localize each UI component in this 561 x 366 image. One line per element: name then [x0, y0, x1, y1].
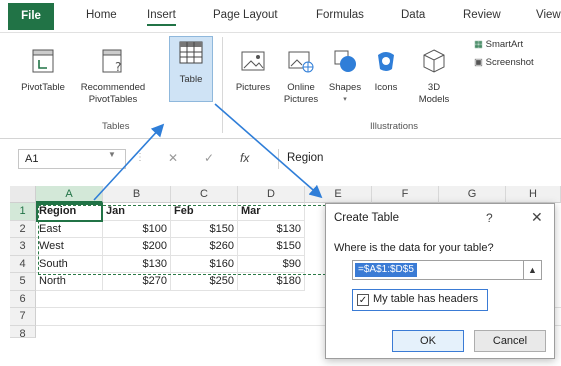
- 3d-models-label: 3D Models: [418, 82, 450, 105]
- 3d-models-button[interactable]: 3D Models: [412, 47, 456, 106]
- shapes-button[interactable]: Shapes ▾: [326, 47, 364, 106]
- select-all-corner[interactable]: [10, 186, 36, 203]
- formula-bar: A1 ▼ ⋮ ✕ ✓ fx Region: [0, 146, 561, 172]
- pivottable-icon: [32, 49, 54, 73]
- column-header-h[interactable]: H: [506, 186, 561, 203]
- formula-input[interactable]: Region: [278, 149, 561, 169]
- shapes-label: Shapes: [328, 82, 362, 93]
- selection-marquee: [38, 205, 341, 275]
- icons-icon: [378, 52, 394, 71]
- smartart-label: SmartArt: [485, 39, 524, 50]
- formula-bar-grip-icon: ⋮: [135, 152, 145, 163]
- ribbon-separator: [222, 37, 223, 133]
- table-button[interactable]: Table: [172, 39, 210, 86]
- row-header-3[interactable]: 3: [10, 238, 36, 256]
- column-header-c[interactable]: C: [171, 186, 238, 203]
- online-pictures-label: Online Pictures: [283, 82, 319, 105]
- icons-button[interactable]: Icons: [369, 47, 403, 94]
- ribbon-tabs: File Home Insert Page Layout Formulas Da…: [0, 0, 561, 33]
- row-header-4[interactable]: 4: [10, 255, 36, 273]
- group-label-illustrations: Illustrations: [370, 121, 419, 132]
- dialog-prompt: Where is the data for your table?: [334, 242, 494, 254]
- cell-c5[interactable]: $250: [171, 273, 238, 291]
- pictures-icon: [241, 51, 265, 71]
- screenshot-button[interactable]: ▣ Screenshot: [474, 57, 561, 69]
- tab-formulas[interactable]: Formulas: [316, 9, 364, 21]
- tab-data[interactable]: Data: [401, 9, 425, 21]
- smartart-icon: ▦: [474, 39, 483, 50]
- pictures-button[interactable]: Pictures: [230, 47, 276, 94]
- tab-review[interactable]: Review: [463, 9, 501, 21]
- pictures-label: Pictures: [235, 82, 271, 93]
- ok-button[interactable]: OK: [392, 330, 464, 352]
- column-header-d[interactable]: D: [238, 186, 305, 203]
- tab-home[interactable]: Home: [86, 9, 117, 21]
- row-header-7[interactable]: 7: [10, 308, 36, 326]
- screenshot-icon: ▣: [474, 57, 483, 68]
- screenshot-label: Screenshot: [485, 57, 534, 68]
- shapes-dropdown-icon: ▾: [343, 96, 347, 103]
- tab-view[interactable]: View: [536, 9, 561, 21]
- confirm-entry-icon[interactable]: ✓: [204, 151, 214, 165]
- row-header-1[interactable]: 1: [10, 203, 36, 221]
- recommended-pivottables-label: Recommended PivotTables: [80, 82, 146, 105]
- 3d-cube-icon: [423, 49, 445, 73]
- column-header-f[interactable]: F: [372, 186, 439, 203]
- tab-insert[interactable]: Insert: [147, 9, 176, 26]
- ribbon: PivotTable ? Recommended PivotTables Tab…: [0, 33, 561, 139]
- shapes-icon: [334, 50, 356, 72]
- help-icon[interactable]: ?: [486, 211, 493, 225]
- column-header-e[interactable]: E: [305, 186, 372, 203]
- range-input[interactable]: =$A$1:$D$5 ▲: [352, 260, 542, 280]
- row-header-2[interactable]: 2: [10, 220, 36, 238]
- cell-a5[interactable]: North: [36, 273, 103, 291]
- group-label-tables: Tables: [102, 121, 130, 132]
- table-icon: [179, 41, 203, 64]
- online-pictures-icon: [288, 51, 314, 73]
- icons-label: Icons: [374, 82, 398, 93]
- headers-checkbox-label[interactable]: My table has headers: [373, 293, 478, 305]
- column-header-b[interactable]: B: [103, 186, 171, 203]
- row-header-5[interactable]: 5: [10, 273, 36, 291]
- range-value[interactable]: =$A$1:$D$5: [355, 263, 417, 277]
- pivottable-button[interactable]: PivotTable: [18, 47, 68, 94]
- recommended-pivottables-icon: ?: [102, 49, 122, 74]
- collapse-dialog-icon[interactable]: ▲: [523, 261, 541, 279]
- table-label: Table: [179, 74, 203, 85]
- headers-checkbox-focus[interactable]: ✓ My table has headers: [352, 289, 488, 311]
- pivottable-label: PivotTable: [21, 82, 65, 93]
- cell-d5[interactable]: $180: [238, 273, 305, 291]
- svg-text:?: ?: [115, 60, 121, 74]
- column-header-g[interactable]: G: [439, 186, 506, 203]
- cell-b5[interactable]: $270: [103, 273, 171, 291]
- create-table-dialog: Create Table ? ✕ Where is the data for y…: [325, 203, 555, 359]
- tab-file[interactable]: File: [8, 3, 54, 30]
- tab-page-layout[interactable]: Page Layout: [213, 9, 278, 21]
- close-icon[interactable]: ✕: [531, 209, 543, 226]
- smartart-button[interactable]: ▦ SmartArt: [474, 39, 561, 51]
- dialog-title: Create Table: [334, 212, 399, 224]
- row-header-6[interactable]: 6: [10, 290, 36, 308]
- online-pictures-button[interactable]: Online Pictures: [279, 47, 323, 106]
- column-header-a[interactable]: A: [36, 186, 103, 203]
- cancel-entry-icon[interactable]: ✕: [168, 151, 178, 165]
- recommended-pivottables-button[interactable]: ? Recommended PivotTables: [78, 47, 148, 106]
- name-box-dropdown-icon[interactable]: ▼: [108, 150, 116, 159]
- headers-checkbox[interactable]: ✓: [357, 294, 369, 306]
- row-header-8[interactable]: 8: [10, 325, 36, 338]
- cancel-button[interactable]: Cancel: [474, 330, 546, 352]
- insert-function-icon[interactable]: fx: [240, 151, 249, 165]
